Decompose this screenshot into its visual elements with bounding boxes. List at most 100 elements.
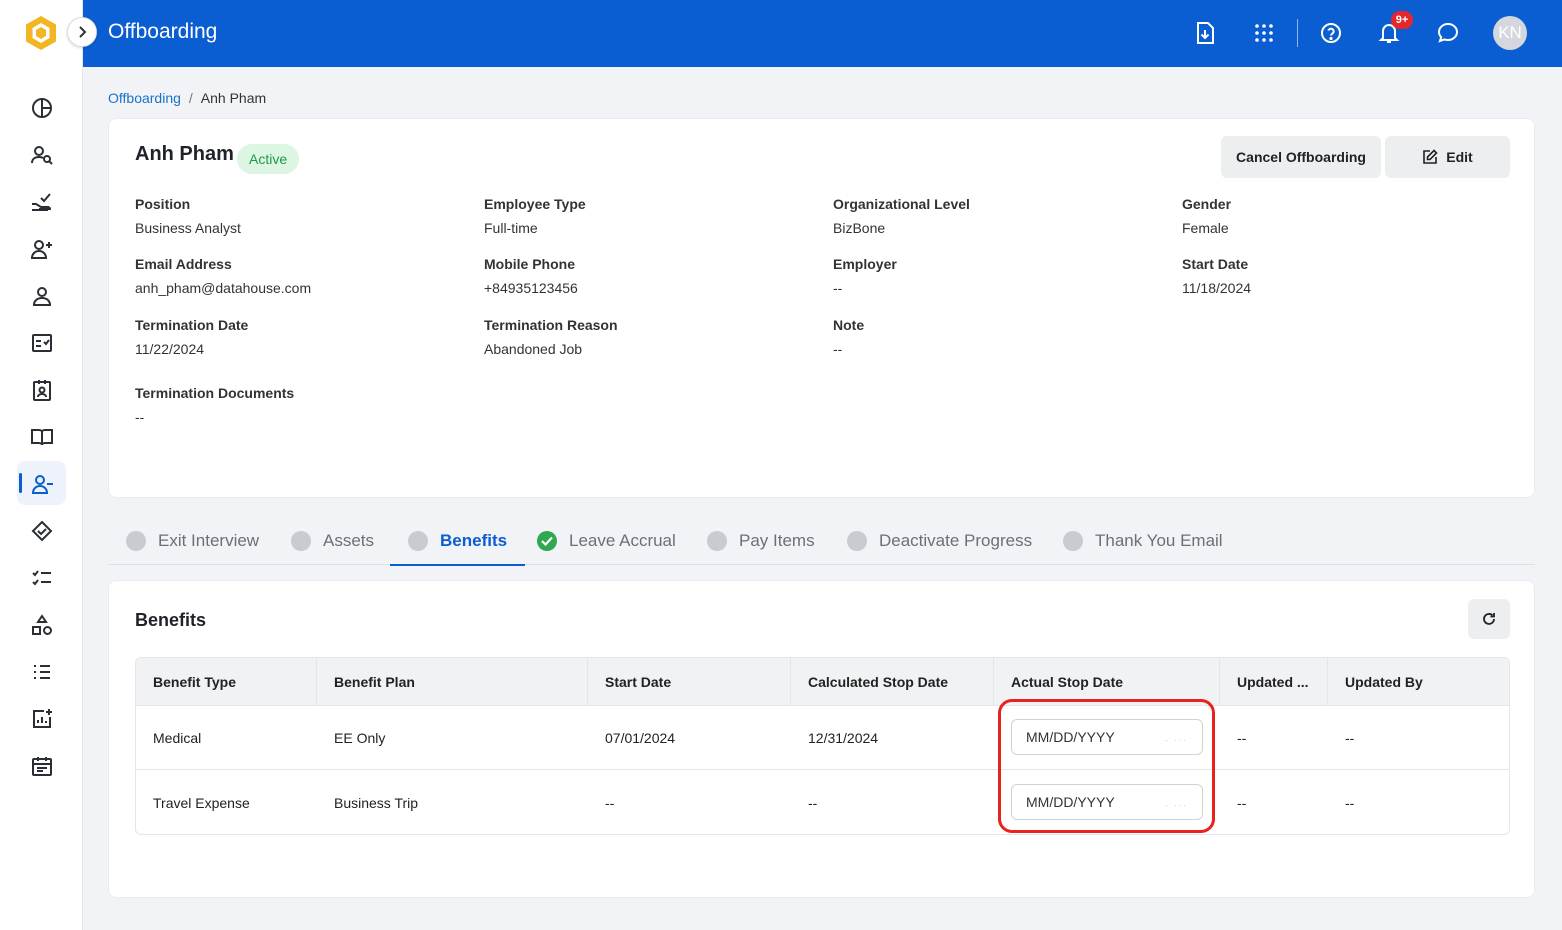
breadcrumb-current: Anh Pham [200,90,267,106]
tab-label: Assets [323,530,375,550]
tab-assets[interactable]: Assets [291,516,374,565]
tab-deactivate-progress[interactable]: Deactivate Progress [847,516,1032,565]
field-label: Note [833,317,865,333]
status-badge: Active [237,144,300,174]
cancel-offboarding-button[interactable]: Cancel Offboarding [1221,136,1381,178]
field-gender: Gender Female [1182,196,1231,236]
sidebar-item-list-numbered[interactable] [0,648,83,695]
apps-grid-icon[interactable] [1249,18,1279,48]
help-icon[interactable] [1316,18,1346,48]
hand-check-icon [31,192,51,211]
field-email: Email Address anh_pham@datahouse.com [135,256,311,296]
field-label: Email Address [135,256,232,272]
tab-label: Leave Accrual [569,530,676,550]
offboarding-icon [31,474,53,494]
download-document-icon[interactable] [1190,18,1220,48]
sidebar-item-id-badge[interactable] [0,366,83,413]
user-avatar[interactable]: KN [1493,16,1527,50]
sidebar-item-hand-check[interactable] [0,178,83,225]
field-value: -- [833,341,843,357]
cell-updated-by: -- [1345,730,1355,746]
sidebar-expand-button[interactable] [67,17,97,47]
tab-label: Benefits [440,530,508,550]
breadcrumb-root-link[interactable]: Offboarding [108,90,181,106]
tab-pay-items[interactable]: Pay Items [707,516,815,565]
cell-updated: -- [1237,795,1247,811]
sidebar-item-dashboard[interactable] [0,84,83,131]
field-employee-type: Employee Type Full-time [484,196,586,236]
chevron-right-icon [79,26,87,38]
field-label: Employee Type [484,196,586,212]
tab-label: Deactivate Progress [879,530,1033,550]
tab-leave-accrual[interactable]: Leave Accrual [537,516,676,565]
task-list-icon [31,569,51,586]
refresh-icon [1483,613,1495,625]
column-header[interactable]: Benefit Type [136,658,317,706]
offboarding-tabs: Exit Interview Assets Benefits Leave Acc… [108,516,1535,566]
field-label: Termination Documents [135,385,295,401]
column-header[interactable]: Start Date [588,658,791,706]
tab-label: Pay Items [739,530,815,550]
id-badge-icon [32,379,51,401]
people-search-icon [30,145,53,165]
tab-exit-interview[interactable]: Exit Interview [126,516,259,565]
pending-step-icon [126,530,146,551]
field-employer: Employer -- [833,256,897,296]
dashboard-icon [31,97,52,118]
sidebar-item-people-search[interactable] [0,131,83,178]
cell-benefit-plan: Business Trip [334,795,419,811]
tab-benefits[interactable]: Benefits [389,516,526,566]
field-position: Position Business Analyst [135,196,241,236]
column-header[interactable]: Calculated Stop Date [791,658,994,706]
field-label: Termination Reason [484,317,618,333]
field-value: Full-time [484,220,538,236]
sidebar-item-checklist[interactable] [0,319,83,366]
tab-label: Thank You Email [1095,530,1223,550]
employee-profile-card: Anh Pham Active Cancel Offboarding Edit … [108,118,1535,498]
page-header-title: Offboarding [108,20,218,43]
edit-button-label: Edit [1446,149,1473,165]
cell-calculated-stop-date: 12/31/2024 [808,730,879,746]
handshake-icon [31,520,52,541]
field-value: 11/22/2024 [135,341,205,357]
field-label: Position [135,196,191,212]
top-header: Offboarding 9+ KN [83,0,1562,67]
edit-button[interactable]: Edit [1385,136,1510,178]
table-row: Medical EE Only 07/01/2024 12/31/2024 MM… [136,706,1509,770]
field-label: Employer [833,256,897,272]
app-logo-icon[interactable] [24,14,58,52]
employee-name: Anh Pham [135,143,234,165]
cell-start-date: 07/01/2024 [605,730,676,746]
sidebar-item-add-user[interactable] [0,225,83,272]
sidebar-item-handshake[interactable] [0,507,83,554]
cell-updated-by: -- [1345,795,1355,811]
sidebar-item-task-list[interactable] [0,554,83,601]
pending-step-icon [847,530,867,551]
book-icon [30,428,53,445]
sidebar-item-offboarding[interactable] [0,460,83,507]
field-value: anh_pham@datahouse.com [135,280,312,296]
tab-thank-you-email[interactable]: Thank You Email [1063,516,1223,565]
sidebar-item-report-add[interactable] [0,695,83,742]
column-header[interactable]: Benefit Plan [317,658,588,706]
shapes-icon [31,613,52,635]
refresh-button[interactable] [1468,599,1510,639]
field-termination-documents: Termination Documents -- [135,385,294,425]
sidebar-item-shapes[interactable] [0,601,83,648]
breadcrumb-separator: / [188,90,193,106]
benefits-title: Benefits [135,610,207,630]
field-label: Start Date [1182,256,1249,272]
field-label: Organizational Level [833,196,970,212]
sidebar-item-book[interactable] [0,413,83,460]
pending-step-icon [707,530,727,551]
annotation-highlight-box [998,699,1215,833]
field-label: Gender [1182,196,1232,212]
check-circle-icon [537,530,557,551]
column-header[interactable]: Updated ... [1220,658,1328,706]
sidebar-item-person[interactable] [0,272,83,319]
chat-icon[interactable] [1433,18,1463,48]
column-header[interactable]: Updated By [1328,658,1509,706]
sidebar-item-calendar[interactable] [0,742,83,789]
cell-updated: -- [1237,730,1247,746]
pending-step-icon [1063,530,1083,551]
